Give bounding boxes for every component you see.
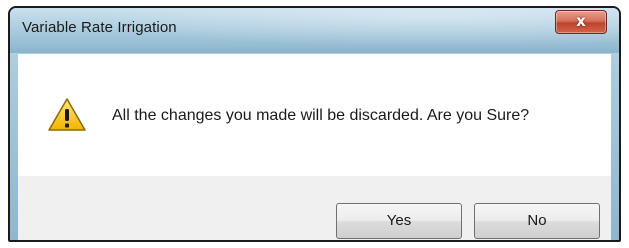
message-area: All the changes you made will be discard…	[18, 54, 611, 176]
dialog-window: Variable Rate Irrigation x All the chang…	[8, 6, 621, 242]
dialog-body: All the changes you made will be discard…	[18, 54, 611, 240]
no-button[interactable]: No	[474, 203, 600, 239]
yes-button[interactable]: Yes	[336, 203, 462, 239]
warning-icon	[48, 98, 86, 131]
dialog-message: All the changes you made will be discard…	[112, 107, 530, 124]
close-icon: x	[576, 12, 586, 30]
close-button[interactable]: x	[555, 10, 607, 34]
window-title: Variable Rate Irrigation	[22, 19, 177, 36]
title-bar[interactable]: Variable Rate Irrigation x	[10, 8, 619, 53]
